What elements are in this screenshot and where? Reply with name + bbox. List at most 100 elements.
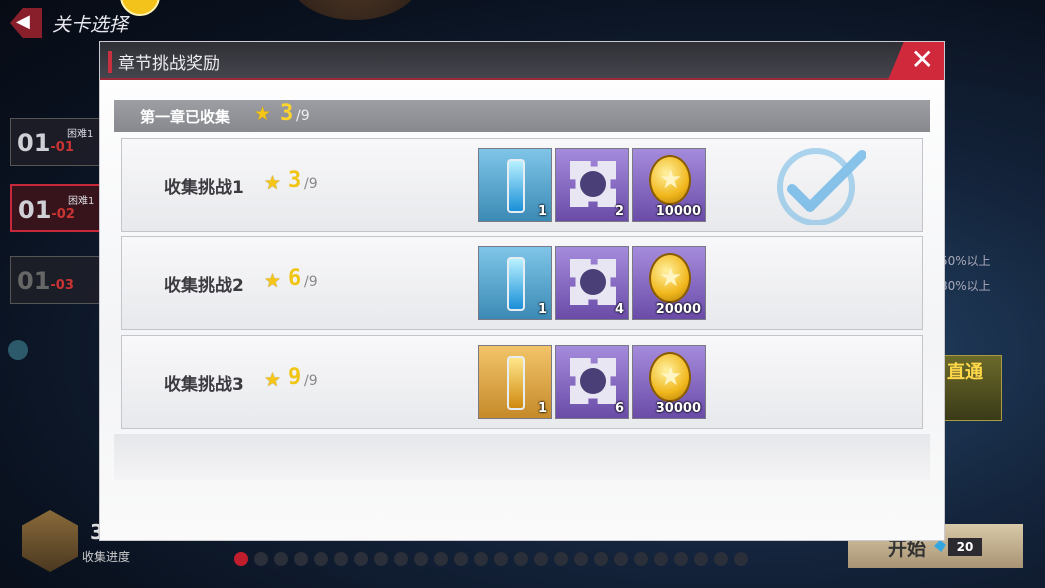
energy-icon <box>934 540 946 552</box>
reward-blue-crystal[interactable]: 1 <box>478 246 552 320</box>
progress-dot <box>734 552 748 566</box>
challenge-total: /9 <box>304 274 318 290</box>
progress-dot <box>674 552 688 566</box>
close-icon: ✕ <box>910 43 934 76</box>
stage-tag: 困难1 <box>67 129 94 140</box>
chapter-total: /9 <box>296 108 310 124</box>
progress-dot <box>514 552 528 566</box>
progress-dot <box>534 552 548 566</box>
top-bar: ◀ 关卡选择 <box>0 0 1045 44</box>
progress-dot <box>434 552 448 566</box>
challenge-row: 收集挑战1 ★ 3 /9 1 2 ★ 10000 <box>121 138 923 232</box>
challenge-row: 收集挑战3 ★ 9 /9 1 6 ★ 30000 <box>121 335 923 429</box>
side-dot-icon <box>8 340 28 360</box>
condition-text: 80%以上 <box>940 279 991 293</box>
progress-dots <box>234 552 754 566</box>
chapter-label: 第一章已收集 <box>140 108 231 126</box>
progress-dot <box>334 552 348 566</box>
puzzle-figure <box>580 269 606 295</box>
progress-dot <box>654 552 668 566</box>
reward-count: 2 <box>614 204 624 219</box>
progress-dot <box>634 552 648 566</box>
star-icon: ★ <box>264 369 282 391</box>
energy-cost: 20 <box>948 538 982 556</box>
progress-dot <box>414 552 428 566</box>
star-icon: ★ <box>254 103 272 125</box>
reward-gold-coin[interactable]: ★ 20000 <box>632 246 706 320</box>
reward-gold-coin[interactable]: ★ 10000 <box>632 148 706 222</box>
puzzle-figure <box>580 171 606 197</box>
reward-count: 20000 <box>655 302 701 317</box>
reward-count: 1 <box>537 204 547 219</box>
challenge-current: 6 <box>288 266 302 291</box>
progress-dot <box>474 552 488 566</box>
challenge-label: 收集挑战2 <box>164 276 244 296</box>
reward-puzzle-fragment[interactable]: 2 <box>555 148 629 222</box>
header-accent <box>108 51 112 73</box>
chapter-summary-bar: 第一章已收集 ★ 3 /9 <box>114 100 930 132</box>
progress-dot <box>294 552 308 566</box>
puzzle-figure <box>580 368 606 394</box>
progress-dot <box>594 552 608 566</box>
chapter-reward-dialog: 章节挑战奖励 ✕ 第一章已收集 ★ 3 /9 收集挑战1 ★ 3 /9 1 2 … <box>100 42 944 540</box>
star-icon: ★ <box>264 270 282 292</box>
blue-crystal-icon <box>507 159 525 213</box>
reward-puzzle-fragment[interactable]: 6 <box>555 345 629 419</box>
stage-number: 01-03 <box>17 267 74 295</box>
close-button[interactable]: ✕ <box>888 42 944 80</box>
reward-gold-coin[interactable]: ★ 30000 <box>632 345 706 419</box>
progress-dot <box>614 552 628 566</box>
reward-count: 10000 <box>655 204 701 219</box>
gold-coin-icon: ★ <box>649 253 691 303</box>
condition-text: 50%以上 <box>940 254 991 268</box>
dialog-title: 章节挑战奖励 <box>118 54 220 74</box>
progress-dot <box>574 552 588 566</box>
progress-dot <box>354 552 368 566</box>
dialog-header: 章节挑战奖励 ✕ <box>100 42 944 80</box>
screen-title: 关卡选择 <box>52 14 129 36</box>
progress-dot <box>554 552 568 566</box>
progress-dot <box>274 552 288 566</box>
challenge-current: 3 <box>288 168 302 193</box>
reward-count: 1 <box>537 302 547 317</box>
reward-gold-crystal[interactable]: 1 <box>478 345 552 419</box>
progress-dot <box>374 552 388 566</box>
star-icon: ★ <box>264 172 282 194</box>
challenge-total: /9 <box>304 373 318 389</box>
gold-crystal-icon <box>507 356 525 410</box>
challenge-total: /9 <box>304 176 318 192</box>
reward-count: 1 <box>537 401 547 416</box>
reward-count: 4 <box>614 302 624 317</box>
challenge-label: 收集挑战1 <box>164 178 244 198</box>
progress-dot <box>314 552 328 566</box>
gold-coin-icon: ★ <box>649 352 691 402</box>
challenge-label: 收集挑战3 <box>164 375 244 395</box>
completed-check-icon <box>777 148 866 225</box>
rush-button[interactable]: 直通 <box>938 355 1002 421</box>
reward-puzzle-fragment[interactable]: 4 <box>555 246 629 320</box>
stage-number: 01-02 <box>18 196 75 224</box>
progress-dot <box>494 552 508 566</box>
stage-number: 01-01 <box>17 129 74 157</box>
rush-label: 直通 <box>947 362 983 383</box>
blue-crystal-icon <box>507 257 525 311</box>
reward-count: 30000 <box>655 401 701 416</box>
progress-dot <box>234 552 248 566</box>
collect-label: 收集进度 <box>82 550 131 564</box>
chest-icon[interactable] <box>22 510 78 572</box>
progress-dot <box>394 552 408 566</box>
chapter-current: 3 <box>280 101 294 126</box>
reward-blue-crystal[interactable]: 1 <box>478 148 552 222</box>
planet-image <box>290 0 420 20</box>
progress-dot <box>714 552 728 566</box>
progress-dot <box>454 552 468 566</box>
progress-dot <box>694 552 708 566</box>
challenge-row: 收集挑战2 ★ 6 /9 1 4 ★ 20000 <box>121 236 923 330</box>
back-arrow-icon: ◀ <box>16 11 30 32</box>
gold-coin-icon: ★ <box>649 155 691 205</box>
stage-tag: 困难1 <box>68 196 95 207</box>
reward-count: 6 <box>614 401 624 416</box>
progress-dot <box>254 552 268 566</box>
dialog-footer-band <box>114 434 930 480</box>
challenge-current: 9 <box>288 365 302 390</box>
